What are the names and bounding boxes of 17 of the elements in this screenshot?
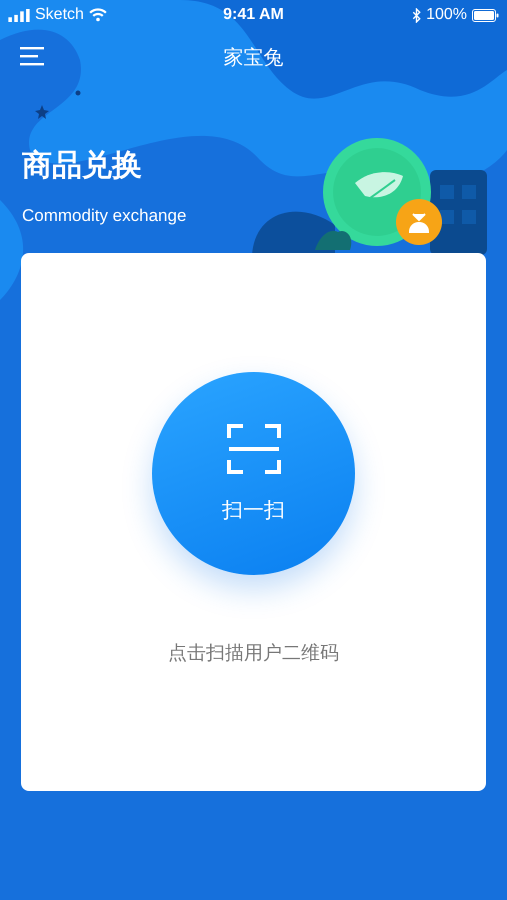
page-title: 商品兑换 [22, 148, 143, 184]
scan-hint: 点击扫描用户二维码 [168, 642, 339, 666]
carrier-name: Sketch [35, 6, 84, 24]
bluetooth-icon [412, 8, 422, 22]
page-subtitle: Commodity exchange [22, 206, 188, 226]
wifi-icon [88, 8, 107, 22]
dot-icon [76, 90, 80, 96]
app-title: 家宝兔 [224, 46, 284, 71]
status-time: 9:41 AM [223, 6, 284, 24]
star-icon [35, 105, 49, 119]
menu-icon [20, 46, 44, 66]
battery-percentage: 100% [426, 6, 467, 24]
battery-icon [472, 8, 499, 22]
scan-icon [226, 424, 280, 474]
menu-button[interactable] [20, 46, 44, 66]
signal-icon [8, 8, 30, 22]
scan-button[interactable]: 扫一扫 [152, 372, 355, 575]
